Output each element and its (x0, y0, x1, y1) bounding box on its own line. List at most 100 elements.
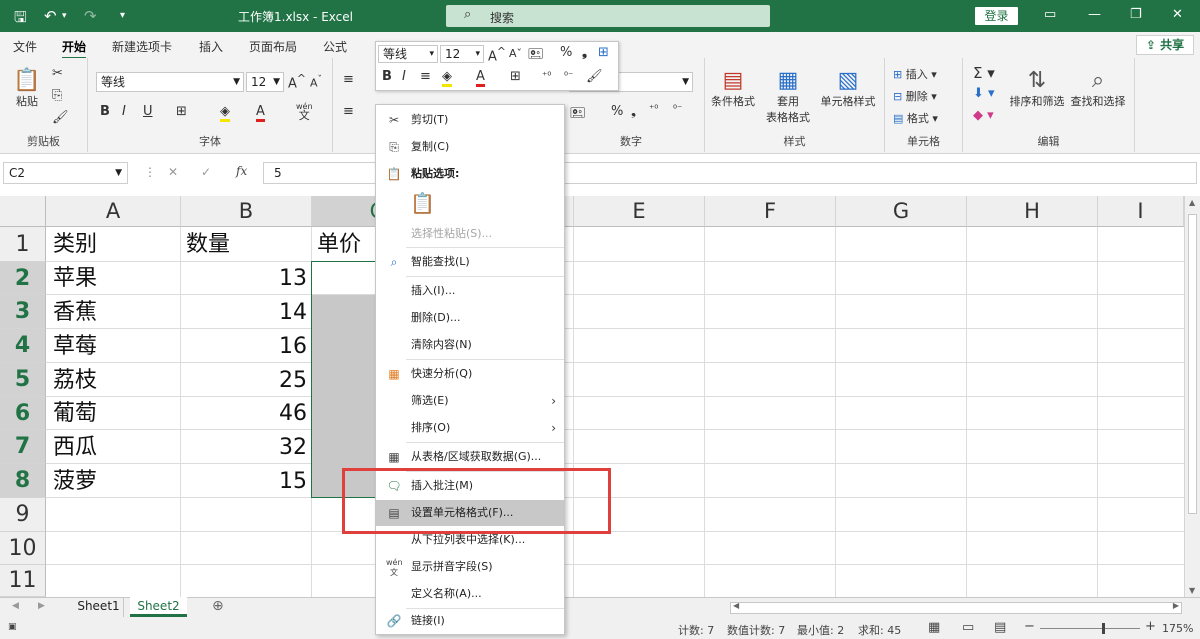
zoom-level[interactable]: 175% (1162, 622, 1193, 635)
row-header-10[interactable]: 10 (0, 532, 46, 565)
tab-formulas[interactable]: 公式 (323, 38, 347, 55)
column-header-g[interactable]: G (836, 196, 967, 227)
find-select-button[interactable]: ⌕ 查找和选择 (1067, 68, 1129, 109)
menu-item-delete[interactable]: 删除(D)... (376, 305, 564, 331)
tab-insert[interactable]: 插入 (199, 38, 223, 55)
row-header-3[interactable]: 3 (0, 295, 46, 329)
zoom-in-icon[interactable]: + (1145, 619, 1156, 634)
autosum-icon[interactable]: Σ ▾ (973, 64, 995, 82)
cancel-icon[interactable]: ✕ (168, 165, 178, 179)
mini-font-name-box[interactable]: 等线 ▾ (378, 45, 438, 63)
font-color-icon[interactable]: A (256, 104, 265, 122)
cell-b6[interactable]: 46 (186, 397, 307, 430)
column-header-i[interactable]: I (1098, 196, 1184, 227)
normal-view-icon[interactable]: ▦ (928, 620, 940, 635)
increase-font-icon[interactable]: A^ (288, 72, 306, 91)
cell-a7[interactable]: 西瓜 (53, 431, 97, 464)
font-size-box[interactable]: 12 ▼ (246, 72, 284, 92)
menu-item-insert[interactable]: 插入(I)... (376, 278, 564, 304)
column-header-f[interactable]: F (705, 196, 836, 227)
mini-font-size-box[interactable]: 12 ▾ (440, 45, 484, 63)
decrease-font-icon[interactable]: Aˇ (310, 74, 322, 90)
vertical-scrollbar[interactable]: ▲ ▼ (1184, 196, 1200, 597)
menu-item-quick-analysis[interactable]: ▦ 快速分析(Q) (376, 361, 564, 387)
fill-icon[interactable]: ⬇ ▾ (973, 86, 995, 101)
menu-item-smart-lookup[interactable]: ⌕ 智能查找(L) (376, 249, 564, 275)
cell-b2[interactable]: 13 (186, 262, 307, 295)
align-top-icon[interactable]: ≡ (343, 72, 354, 87)
phonetic-icon[interactable]: wén 文 (296, 102, 313, 121)
column-header-b[interactable]: B (181, 196, 312, 227)
row-header-9[interactable]: 9 (0, 498, 46, 532)
zoom-slider-thumb[interactable] (1102, 623, 1105, 634)
insert-function-icon[interactable]: fx (236, 164, 247, 178)
delete-cells-button[interactable]: ⊟ 删除 ▾ (893, 88, 937, 104)
scroll-left-icon[interactable]: ◀ (733, 601, 739, 610)
customize-qat-icon[interactable]: ▾ (120, 10, 125, 21)
minimize-icon[interactable]: — (1088, 7, 1101, 22)
mini-decrease-decimal-icon[interactable]: ⁰⁻ (564, 71, 573, 82)
enter-icon[interactable]: ✓ (201, 165, 211, 179)
row-header-6[interactable]: 6 (0, 397, 46, 430)
sheet-tab-1[interactable]: Sheet1 (74, 597, 124, 617)
close-icon[interactable]: ✕ (1172, 7, 1183, 22)
zoom-out-icon[interactable]: − (1024, 619, 1035, 634)
scroll-right-icon[interactable]: ▶ (1173, 601, 1179, 610)
mini-currency-icon[interactable]: 🖭 (528, 45, 543, 67)
undo-icon[interactable]: ↶ (44, 7, 57, 25)
mini-font-color-icon[interactable]: A (476, 69, 485, 87)
format-cells-button[interactable]: ▤ 格式 ▾ (893, 110, 938, 126)
cell-a6[interactable]: 葡萄 (53, 397, 97, 430)
cell-a1[interactable]: 类别 (53, 228, 97, 261)
save-icon[interactable]: 🖫 (14, 7, 27, 32)
row-header-5[interactable]: 5 (0, 363, 46, 397)
column-header-e[interactable]: E (574, 196, 705, 227)
sort-filter-button[interactable]: ⇅ 排序和筛选 (1007, 68, 1067, 109)
menu-item-copy[interactable]: ⎘ 复制(C) (376, 134, 564, 160)
menu-item-clear[interactable]: 清除内容(N) (376, 332, 564, 358)
share-button[interactable]: ⇪ 共享 (1136, 35, 1194, 55)
mini-bold-icon[interactable]: B (382, 69, 392, 84)
format-as-table-button[interactable]: ▦ 套用 表格格式 (761, 68, 815, 125)
column-header-h[interactable]: H (967, 196, 1098, 227)
decrease-decimal-icon[interactable]: ⁰⁻ (673, 104, 682, 115)
font-name-box[interactable]: 等线 ▼ (96, 72, 244, 92)
cell-b4[interactable]: 16 (186, 330, 307, 363)
row-header-11[interactable]: 11 (0, 565, 46, 597)
mini-border-icon[interactable]: ⊞ (510, 69, 521, 84)
cell-a4[interactable]: 草莓 (53, 330, 97, 363)
format-painter-icon[interactable]: 🖌 (52, 110, 69, 125)
next-sheet-icon[interactable]: ▶ (38, 601, 45, 611)
cell-b1[interactable]: 数量 (186, 228, 230, 261)
menu-item-sort[interactable]: 排序(O) › (376, 415, 564, 441)
cell-b7[interactable]: 32 (186, 431, 307, 464)
menu-item-define-name[interactable]: 定义名称(A)... (376, 581, 564, 607)
row-header-1[interactable]: 1 (0, 227, 46, 262)
paste-option-icon[interactable]: 📋 (410, 191, 435, 217)
row-header-2[interactable]: 2 (0, 262, 46, 295)
mini-merge-icon[interactable]: ⊞ (598, 45, 609, 60)
mini-increase-font-icon[interactable]: A^ (488, 45, 506, 64)
comma-icon[interactable]: ❟ (631, 104, 636, 119)
vertical-scroll-thumb[interactable] (1188, 214, 1197, 514)
ribbon-display-icon[interactable]: ▭ (1044, 7, 1056, 22)
undo-dropdown-icon[interactable]: ▾ (62, 11, 67, 21)
cut-icon[interactable]: ✂ (52, 66, 63, 81)
page-break-view-icon[interactable]: ▤ (994, 620, 1006, 635)
clear-icon[interactable]: ◆ ▾ (973, 108, 994, 123)
row-header-7[interactable]: 7 (0, 430, 46, 464)
cell-a3[interactable]: 香蕉 (53, 296, 97, 329)
redo-icon[interactable]: ↷ (84, 7, 97, 25)
prev-sheet-icon[interactable]: ◀ (12, 601, 19, 611)
menu-item-phonetic[interactable]: wén 文显示拼音字段(S) (376, 554, 564, 580)
cell-styles-button[interactable]: ▧ 单元格样式 (817, 68, 879, 109)
cell-a2[interactable]: 苹果 (53, 262, 97, 295)
menu-item-link[interactable]: 🔗 链接(I) (376, 608, 564, 634)
horizontal-scrollbar[interactable]: ◀ ▶ (730, 601, 1182, 614)
restore-icon[interactable]: ❐ (1130, 7, 1142, 22)
search-box[interactable]: ⌕ 搜索 (446, 5, 770, 27)
copy-icon[interactable]: ⎘ (52, 88, 62, 103)
increase-decimal-icon[interactable]: ⁺⁰ (649, 104, 658, 115)
cell-b8[interactable]: 15 (186, 465, 307, 498)
scroll-down-icon[interactable]: ▼ (1189, 586, 1195, 595)
